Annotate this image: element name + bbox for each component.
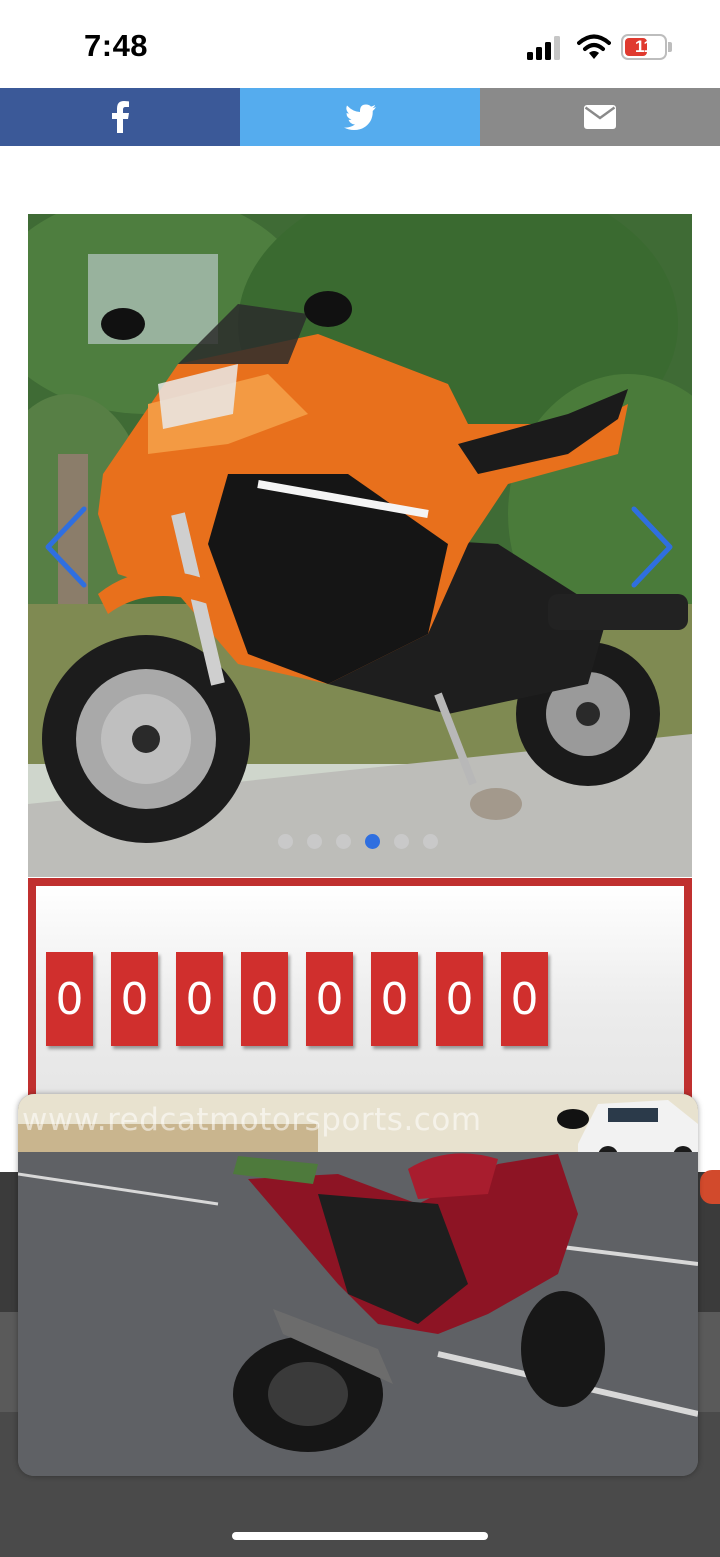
gallery-dot-5[interactable] (394, 834, 409, 849)
email-icon (584, 105, 616, 129)
email-share-button[interactable] (480, 88, 720, 146)
counter-digit-7: 0 (436, 952, 483, 1046)
counter-digit-8: 0 (501, 952, 548, 1046)
counter-digit-1: 0 (46, 952, 93, 1046)
gallery-dot-4[interactable] (365, 834, 380, 849)
counter-digit-value: 0 (380, 973, 409, 1025)
counter-digit-2: 0 (111, 952, 158, 1046)
counter-digit-value: 0 (510, 973, 539, 1025)
red-motorcycle-photo (18, 1094, 698, 1476)
cellular-signal-icon (527, 36, 560, 60)
counter-digit-3: 0 (176, 952, 223, 1046)
background-badge (700, 1170, 720, 1204)
twitter-share-button[interactable] (240, 88, 480, 146)
status-bar: 7:48 11 (0, 0, 720, 88)
counter-digit-4: 0 (241, 952, 288, 1046)
wifi-icon (577, 34, 611, 59)
gallery-dot-3[interactable] (336, 834, 351, 849)
counter-digit-value: 0 (120, 973, 149, 1025)
home-indicator[interactable] (232, 1532, 488, 1540)
product-image-gallery[interactable] (28, 214, 692, 877)
photo-watermark: www.redcatmotorsports.com (22, 1102, 482, 1138)
photo-preview-overlay[interactable]: www.redcatmotorsports.com (18, 1094, 698, 1476)
counter-digit-value: 0 (185, 973, 214, 1025)
battery-indicator: 11 (621, 34, 673, 60)
facebook-icon (112, 101, 129, 133)
gallery-dot-2[interactable] (307, 834, 322, 849)
orange-motorcycle-photo (28, 214, 692, 877)
counter-digit-6: 0 (371, 952, 418, 1046)
gallery-pagination-dots (278, 834, 438, 850)
counter-digit-value: 0 (445, 973, 474, 1025)
counter-digit-value: 0 (315, 973, 344, 1025)
counter-digit-value: 0 (55, 973, 84, 1025)
view-counter-digits: 00000000 (46, 952, 548, 1046)
status-time: 7:48 (84, 28, 149, 63)
gallery-dot-6[interactable] (423, 834, 438, 849)
gallery-prev-arrow-icon[interactable] (40, 505, 90, 589)
battery-level: 11 (635, 37, 653, 56)
twitter-icon (344, 104, 376, 130)
gallery-dot-1[interactable] (278, 834, 293, 849)
share-bar (0, 88, 720, 146)
gallery-next-arrow-icon[interactable] (628, 505, 678, 589)
counter-digit-value: 0 (250, 973, 279, 1025)
facebook-share-button[interactable] (0, 88, 240, 146)
counter-digit-5: 0 (306, 952, 353, 1046)
